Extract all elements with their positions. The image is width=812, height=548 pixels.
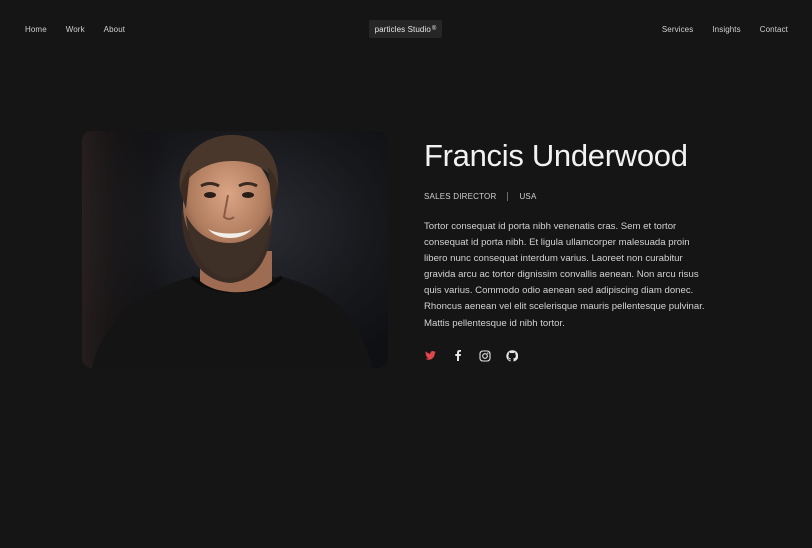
brand-logo[interactable]: particles Studio ® <box>369 20 442 38</box>
profile-meta: SALES DIRECTOR USA <box>424 192 537 201</box>
nav-link-home[interactable]: Home <box>25 25 47 34</box>
nav-link-insights[interactable]: Insights <box>712 25 740 34</box>
social-links <box>424 349 518 362</box>
profile-photo <box>82 131 388 368</box>
instagram-icon[interactable] <box>478 349 491 362</box>
nav-link-contact[interactable]: Contact <box>760 25 788 34</box>
primary-nav: Home Work About <box>25 25 125 34</box>
facebook-icon[interactable] <box>451 349 464 362</box>
brand-logo-text: particles Studio <box>374 24 431 34</box>
nav-link-work[interactable]: Work <box>66 25 85 34</box>
portrait-illustration <box>82 131 388 368</box>
profile-role: SALES DIRECTOR <box>424 192 497 201</box>
twitter-icon[interactable] <box>424 349 437 362</box>
registered-mark: ® <box>431 26 437 32</box>
meta-divider <box>507 192 509 201</box>
nav-link-services[interactable]: Services <box>662 25 693 34</box>
profile-bio: Tortor consequat id porta nibh venenatis… <box>424 221 705 329</box>
secondary-nav: Services Insights Contact <box>662 25 788 34</box>
profile-location: USA <box>519 192 537 201</box>
profile-name: Francis Underwood <box>424 138 688 173</box>
nav-link-about[interactable]: About <box>104 25 125 34</box>
profile-page: Home Work About particles Studio ® Servic… <box>0 0 812 548</box>
github-icon[interactable] <box>505 349 518 362</box>
